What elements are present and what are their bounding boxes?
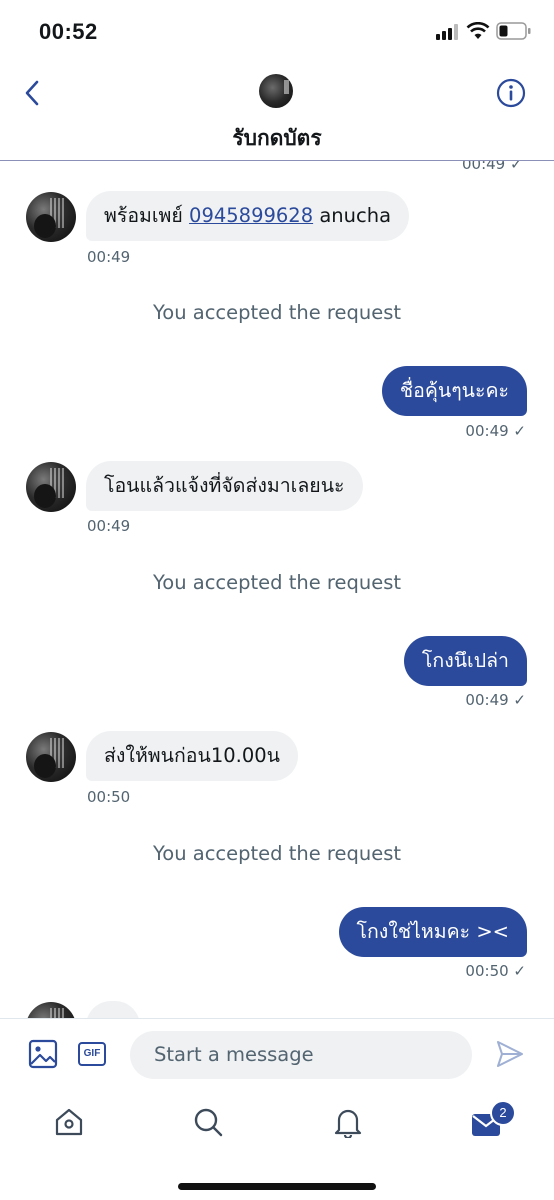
sender-avatar[interactable] xyxy=(26,192,76,242)
sender-avatar[interactable] xyxy=(26,732,76,782)
home-indicator xyxy=(178,1183,376,1190)
incoming-message-bubble[interactable]: โอนแล้วแจ้งที่จัดส่งมาเลยนะ xyxy=(86,461,363,511)
sender-avatar[interactable] xyxy=(26,462,76,512)
message-input[interactable]: Start a message xyxy=(130,1031,472,1079)
back-chevron-icon[interactable] xyxy=(20,78,46,108)
wifi-icon xyxy=(466,22,490,39)
cellular-signal-icon xyxy=(436,24,458,40)
bell-icon[interactable] xyxy=(332,1106,364,1138)
battery-icon xyxy=(496,22,531,40)
search-icon[interactable] xyxy=(192,1106,224,1138)
phone-number-link[interactable]: 0945899628 xyxy=(189,204,313,227)
message-timestamp: 00:49 ✓ xyxy=(465,691,526,709)
message-timestamp: 00:49 xyxy=(87,248,131,266)
outgoing-message-bubble[interactable]: โกงนึเปล่า xyxy=(403,636,527,686)
outgoing-message-bubble[interactable]: โกงใช่ไหมคะ >< xyxy=(338,907,527,957)
conversation-header: รับกดบัตร xyxy=(0,66,554,161)
system-notice: You accepted the request xyxy=(152,301,402,324)
send-icon[interactable] xyxy=(495,1039,525,1069)
message-timestamp: 00:50 ✓ xyxy=(465,962,526,980)
image-icon[interactable] xyxy=(28,1039,58,1069)
message-timestamp: 00:49 xyxy=(87,517,131,535)
gif-icon[interactable]: GIF xyxy=(78,1042,106,1066)
message-timestamp: 00:49 ✓ xyxy=(465,422,526,440)
incoming-message-bubble[interactable]: พร้อมเพย์ 0945899628 anucha xyxy=(86,191,410,241)
bottom-tab-bar: 2 xyxy=(0,1092,554,1200)
message-text: anucha xyxy=(313,204,392,227)
messages-badge: 2 xyxy=(490,1100,516,1126)
conversation-title[interactable]: รับกดบัตร xyxy=(0,122,554,155)
status-time: 00:52 xyxy=(39,19,98,44)
message-text: พร้อมเพย์ xyxy=(104,204,190,227)
message-timestamp: 00:50 xyxy=(87,788,131,806)
contact-avatar[interactable] xyxy=(259,74,293,108)
outgoing-message-bubble[interactable]: ชื่อคุ้นๆนะคะ xyxy=(381,366,527,416)
home-icon[interactable] xyxy=(53,1106,85,1138)
incoming-message-bubble[interactable]: ส่งให้พนก่อน10.00น xyxy=(86,731,298,781)
system-notice: You accepted the request xyxy=(152,842,402,865)
info-icon[interactable] xyxy=(496,78,526,108)
status-bar: 00:52 xyxy=(0,0,554,66)
system-notice: You accepted the request xyxy=(152,571,402,594)
message-composer: GIF Start a message xyxy=(0,1018,554,1093)
